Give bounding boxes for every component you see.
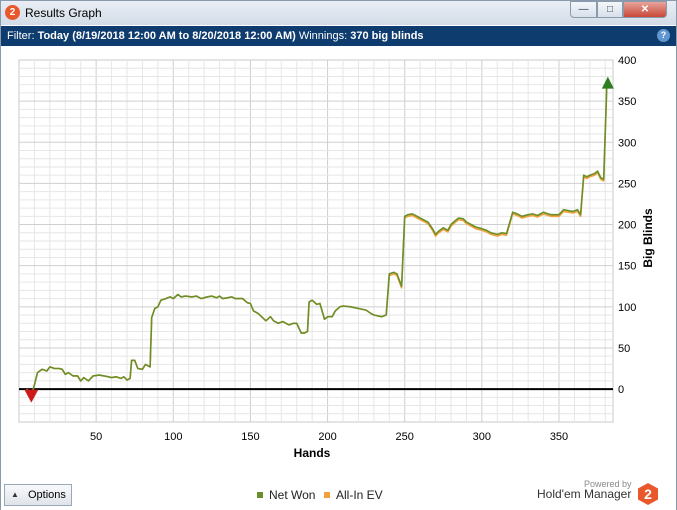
filter-label: Filter: <box>7 30 35 42</box>
results-graph-window: 2 Results Graph — □ ✕ Filter: Today (8/1… <box>0 0 677 510</box>
options-label: Options <box>28 489 66 501</box>
y-tick-label: 50 <box>618 343 630 355</box>
x-tick-label: 300 <box>473 431 491 443</box>
y-tick-label: 150 <box>618 261 636 273</box>
y-tick-label: 350 <box>618 96 636 108</box>
y-tick-label: 0 <box>618 384 624 396</box>
y-tick-label: 100 <box>618 302 636 314</box>
winnings-label: Winnings: <box>298 30 348 42</box>
winnings-value: 370 big blinds <box>350 30 424 42</box>
legend-all-in-ev: All-In EV <box>324 488 383 502</box>
chevron-up-icon: ▲ <box>11 490 19 499</box>
minimize-button[interactable]: — <box>570 1 597 18</box>
y-tick-label: 250 <box>618 178 636 190</box>
net-won-swatch <box>257 492 263 498</box>
help-icon[interactable]: ? <box>657 29 670 42</box>
y-axis-label: Big Blinds <box>641 208 655 268</box>
filter-date-range: Today (8/19/2018 12:00 AM to 8/20/2018 1… <box>37 30 296 42</box>
x-axis-label: Hands <box>294 446 331 460</box>
options-button[interactable]: ▲ Options <box>4 484 72 506</box>
results-chart: 50 100 150 200 250 300 350 0 50 100 150 200 250 300 3… <box>1 47 676 479</box>
holdem-manager-logo-icon: 2 <box>638 483 658 505</box>
filter-bar: Filter: Today (8/19/2018 12:00 AM to 8/2… <box>1 26 676 46</box>
x-tick-label: 350 <box>550 431 568 443</box>
x-tick-label: 250 <box>396 431 414 443</box>
holdem-manager-app-icon: 2 <box>5 5 20 20</box>
x-tick-label: 200 <box>318 431 336 443</box>
chart-grid <box>18 59 614 423</box>
y-tick-label: 300 <box>618 137 636 149</box>
brand-name: Hold'em Manager <box>537 487 632 501</box>
y-tick-label: 400 <box>618 55 636 67</box>
window-title: Results Graph <box>25 6 102 20</box>
legend-net-won: Net Won <box>257 488 315 502</box>
maximize-button[interactable]: □ <box>597 1 623 18</box>
chart-svg: 50 100 150 200 250 300 350 0 50 100 150 200 250 300 3… <box>18 55 655 460</box>
x-tick-label: 150 <box>241 431 259 443</box>
legend-all-in-ev-label: All-In EV <box>336 488 383 502</box>
legend-net-won-label: Net Won <box>269 488 316 502</box>
brand-logo-glyph: 2 <box>644 486 652 502</box>
title-bar[interactable]: 2 Results Graph — □ ✕ <box>1 1 676 25</box>
y-axis-ticks: 0 50 100 150 200 250 300 350 400 <box>618 55 636 396</box>
x-tick-label: 50 <box>90 431 102 443</box>
all-in-ev-swatch <box>324 492 330 498</box>
footer-bar: ▲ Options Net Won All-In EV Powered by H… <box>1 479 676 510</box>
x-tick-label: 100 <box>164 431 182 443</box>
close-button[interactable]: ✕ <box>623 1 667 18</box>
y-tick-label: 200 <box>618 220 636 232</box>
x-axis-ticks: 50 100 150 200 250 300 350 <box>90 431 568 443</box>
